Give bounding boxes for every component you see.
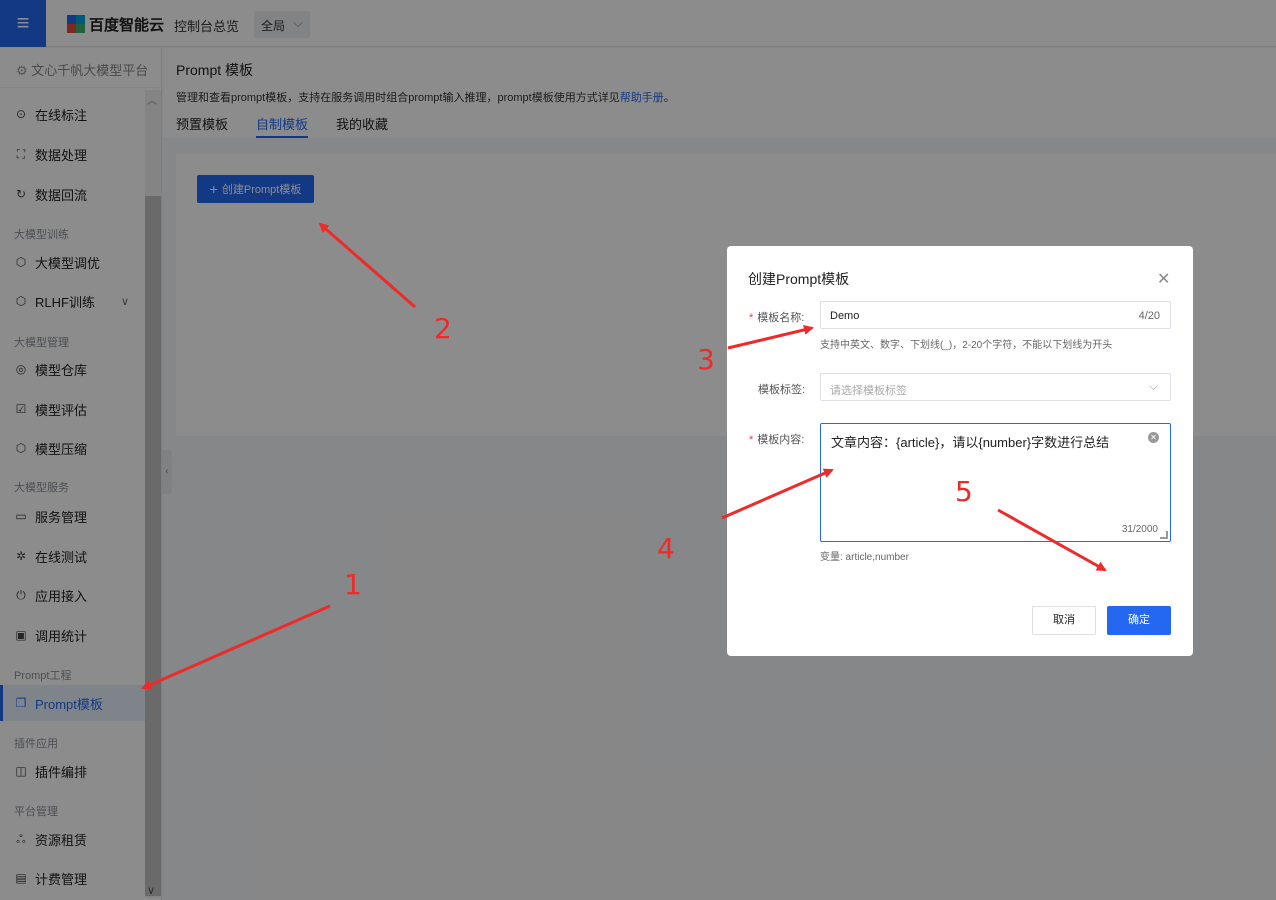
close-icon[interactable]: ✕ bbox=[1157, 269, 1170, 289]
template-content-textarea[interactable]: 文章内容：{article}，请以{number}字数进行总结 ✕ 31/200… bbox=[820, 423, 1171, 542]
char-count: 31/2000 bbox=[1121, 524, 1158, 535]
confirm-button[interactable]: 确定 bbox=[1107, 606, 1171, 635]
template-tag-label: 模板标签: bbox=[758, 384, 806, 396]
template-name-label: * 模板名称: bbox=[749, 309, 804, 325]
label-text: 模板名称: bbox=[757, 312, 805, 324]
input-value: Demo bbox=[830, 310, 860, 322]
annotation-number-5: 5 bbox=[955, 475, 973, 508]
dialog-title: 创建Prompt模板 bbox=[748, 271, 850, 287]
label-text: 模板内容: bbox=[757, 434, 805, 446]
template-content-label: * 模板内容: bbox=[749, 431, 804, 447]
annotation-number-2: 2 bbox=[434, 312, 452, 345]
required-mark: * bbox=[749, 434, 754, 446]
variables-text: 变量: article,number bbox=[820, 552, 909, 563]
annotation-number-1: 1 bbox=[344, 568, 362, 601]
required-mark: * bbox=[749, 312, 754, 324]
clear-icon[interactable]: ✕ bbox=[1148, 432, 1159, 443]
template-tag-select[interactable]: 请选择模板标签 ⌵ bbox=[820, 373, 1171, 401]
resize-handle-icon[interactable] bbox=[1160, 531, 1168, 539]
textarea-value: 文章内容：{article}，请以{number}字数进行总结 bbox=[831, 435, 1110, 450]
name-hint: 支持中英文、数字、下划线(_)，2-20个字符，不能以下划线为开头 bbox=[820, 340, 1113, 351]
cancel-button[interactable]: 取消 bbox=[1032, 606, 1096, 635]
template-name-input[interactable]: Demo 4/20 bbox=[820, 301, 1171, 329]
select-placeholder: 请选择模板标签 bbox=[830, 385, 907, 397]
annotation-number-3: 3 bbox=[697, 343, 715, 376]
char-count: 4/20 bbox=[1138, 310, 1160, 322]
create-template-dialog: 创建Prompt模板 ✕ * 模板名称: Demo 4/20 支持中英文、数字、下… bbox=[727, 246, 1193, 656]
annotation-number-4: 4 bbox=[657, 532, 675, 565]
chevron-down-icon: ⌵ bbox=[1148, 379, 1158, 393]
